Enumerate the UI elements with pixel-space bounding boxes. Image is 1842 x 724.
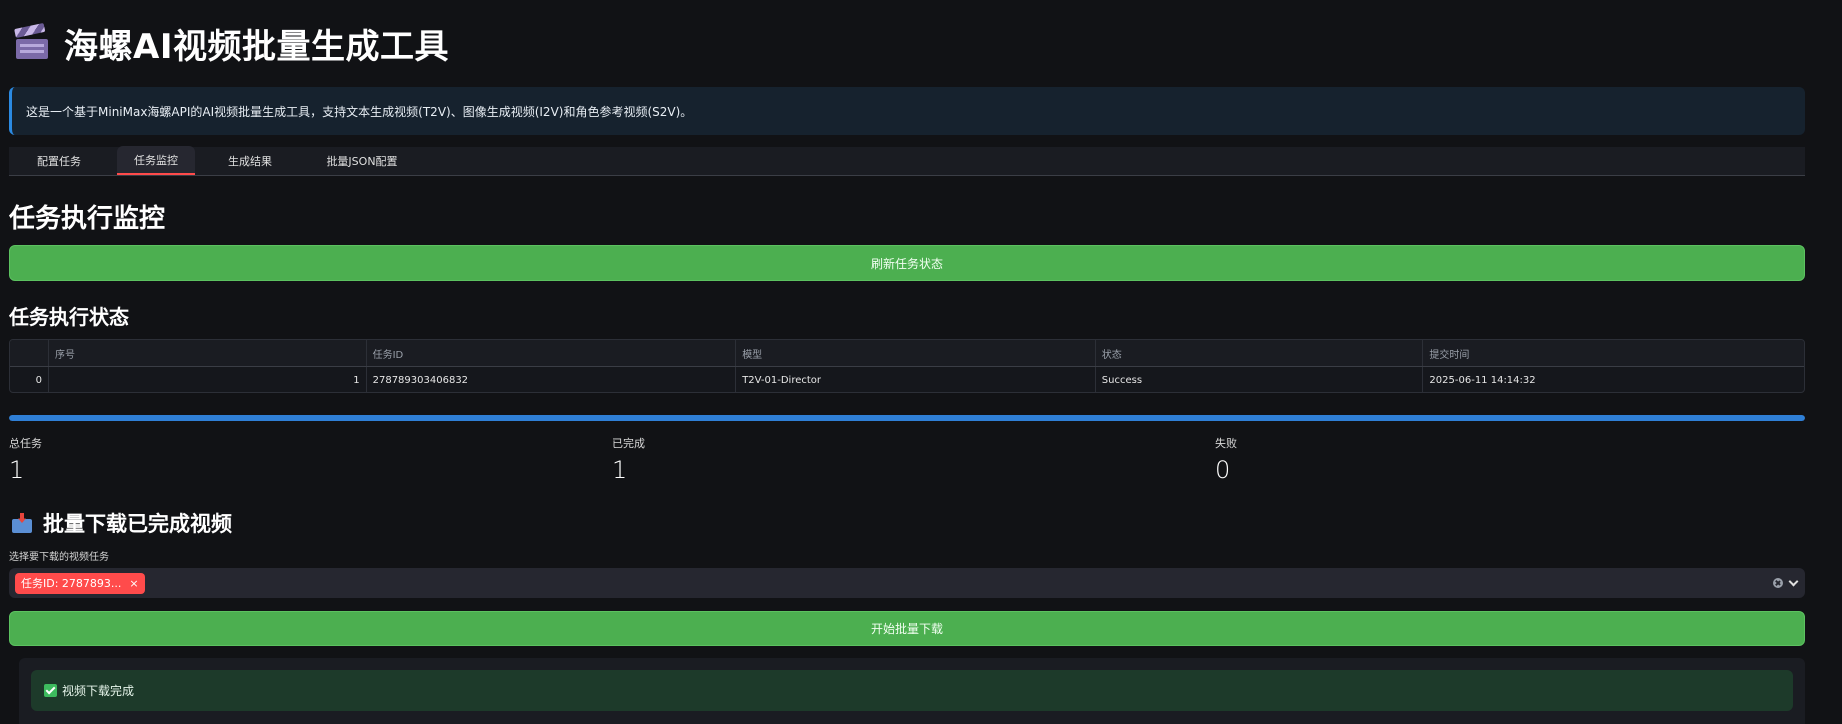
download-heading: 批量下载已完成视频: [12, 508, 232, 538]
tab-monitor[interactable]: 任务监控: [117, 146, 195, 175]
chip-remove-icon[interactable]: ×: [129, 577, 138, 590]
column-header-index[interactable]: [10, 340, 49, 366]
success-message: 视频下载完成: [62, 684, 135, 698]
refresh-status-button[interactable]: 刷新任务状态: [9, 245, 1805, 281]
row-index-cell: 0: [10, 367, 49, 392]
metric-completed: 已完成 1: [612, 435, 645, 484]
tab-bar: 配置任务 任务监控 生成结果 批量JSON配置: [9, 146, 1805, 176]
table-row[interactable]: 0 1 278789303406832 T2V-01-Director Succ…: [10, 367, 1804, 392]
clapper-board-icon: [14, 22, 50, 59]
seq-cell[interactable]: 1: [49, 367, 367, 392]
start-batch-download-button[interactable]: 开始批量下载: [9, 611, 1805, 646]
status-heading: 任务执行状态: [9, 305, 129, 329]
page-title: 海螺AI视频批量生成工具: [64, 26, 449, 67]
metric-total: 总任务 1: [9, 435, 42, 484]
task-id-cell[interactable]: 278789303406832: [367, 367, 737, 392]
submit-time-cell[interactable]: 2025-06-11 14:14:32: [1423, 367, 1804, 392]
tab-results[interactable]: 生成结果: [207, 146, 293, 175]
task-multiselect[interactable]: 任务ID: 2787893... ×: [9, 568, 1805, 598]
multiselect-controls: [1773, 568, 1799, 598]
metric-failed: 失败 0: [1215, 435, 1237, 484]
metric-completed-value: 1: [612, 456, 628, 484]
chevron-down-icon[interactable]: [1788, 576, 1799, 586]
metric-total-label: 总任务: [9, 437, 42, 450]
chip-label: 任务ID: 2787893...: [21, 577, 122, 590]
metric-failed-label: 失败: [1215, 437, 1237, 450]
metric-completed-label: 已完成: [612, 437, 645, 450]
table-header-row: 序号 任务ID 模型 状态 提交时间: [10, 340, 1804, 367]
check-box-icon: [44, 684, 57, 697]
inbox-tray-icon: [12, 513, 32, 533]
column-header-status[interactable]: 状态: [1096, 340, 1424, 366]
tab-batch-json[interactable]: 批量JSON配置: [307, 146, 417, 175]
progress-bar-fill: [9, 415, 1805, 421]
task-select-label: 选择要下载的视频任务: [9, 552, 109, 563]
download-heading-text: 批量下载已完成视频: [43, 512, 232, 536]
model-cell[interactable]: T2V-01-Director: [736, 367, 1096, 392]
progress-bar: [9, 415, 1805, 421]
column-header-task-id[interactable]: 任务ID: [367, 340, 737, 366]
metric-failed-value: 0: [1215, 456, 1231, 484]
column-header-model[interactable]: 模型: [736, 340, 1096, 366]
page-header: 海螺AI视频批量生成工具: [14, 20, 449, 67]
metric-total-value: 1: [9, 456, 25, 484]
tab-config[interactable]: 配置任务: [9, 146, 109, 175]
download-result-container: 视频下载完成: [19, 658, 1805, 724]
column-header-submit-time[interactable]: 提交时间: [1423, 340, 1804, 366]
clear-all-icon[interactable]: [1773, 578, 1783, 588]
monitor-heading: 任务执行监控: [9, 204, 166, 234]
column-header-seq[interactable]: 序号: [49, 340, 367, 366]
task-status-table: 序号 任务ID 模型 状态 提交时间 0 1 278789303406832 T…: [9, 339, 1805, 393]
info-banner: 这是一个基于MiniMax海螺API的AI视频批量生成工具，支持文本生成视频(T…: [9, 87, 1805, 135]
success-alert: 视频下载完成: [31, 670, 1793, 711]
status-cell[interactable]: Success: [1096, 367, 1424, 392]
selected-task-chip[interactable]: 任务ID: 2787893... ×: [15, 572, 145, 594]
